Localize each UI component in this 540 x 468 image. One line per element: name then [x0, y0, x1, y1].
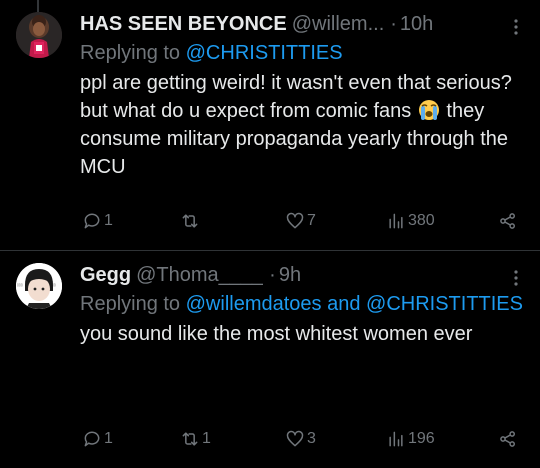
- heart-icon: [286, 430, 304, 447]
- reply-count: 1: [104, 430, 113, 447]
- tweet-text: you sound like the most whitest women ev…: [80, 323, 473, 345]
- author-name[interactable]: Gegg: [80, 264, 131, 287]
- share-icon: [500, 213, 515, 229]
- retweet-icon: [182, 214, 198, 228]
- mention-link[interactable]: @CHRISTITTIES: [186, 42, 343, 64]
- like-count: 3: [307, 430, 316, 447]
- avatar-image: ▯▯▯ ▯▯: [16, 263, 62, 309]
- reply-icon: [84, 213, 100, 229]
- avatar[interactable]: [16, 12, 62, 58]
- reply-count: 1: [104, 212, 113, 229]
- replying-to-line: Replying to @willemdatoes and @CHRISTITT…: [80, 290, 526, 318]
- view-count: 380: [408, 212, 435, 229]
- view-count: 196: [408, 430, 435, 447]
- loudly-crying-face-icon: [418, 100, 439, 120]
- svg-text:▯▯▯: ▯▯▯: [17, 283, 23, 287]
- retweet-count: 1: [202, 430, 211, 447]
- views-button[interactable]: 380: [386, 209, 435, 233]
- replying-to-label: Replying to: [80, 293, 181, 315]
- share-button[interactable]: [498, 209, 518, 233]
- like-count: 7: [307, 212, 316, 229]
- svg-text:▯▯: ▯▯: [52, 283, 56, 287]
- like-button[interactable]: 3: [285, 427, 316, 451]
- tweet[interactable]: HAS SEEN BEYONCE @willem... · 10h Replyi…: [0, 0, 540, 250]
- more-options-icon[interactable]: [506, 268, 526, 288]
- share-button[interactable]: [498, 427, 518, 451]
- avatar-image: [16, 12, 62, 58]
- timestamp[interactable]: 9h: [279, 264, 301, 287]
- separator-dot: ·: [390, 12, 397, 35]
- tweet-actions: 1 7 380: [80, 209, 518, 233]
- views-chart-icon: [389, 431, 403, 447]
- tweet-actions: 1 1 3 196: [80, 427, 518, 451]
- heart-icon: [286, 212, 304, 229]
- author-handle[interactable]: @Thoma____: [136, 264, 263, 287]
- author-name[interactable]: HAS SEEN BEYONCE: [80, 13, 287, 36]
- reply-icon: [84, 431, 100, 447]
- avatar[interactable]: ▯▯▯ ▯▯: [16, 263, 62, 309]
- views-chart-icon: [389, 213, 403, 229]
- like-button[interactable]: 7: [285, 209, 316, 233]
- share-icon: [500, 431, 515, 447]
- retweet-button[interactable]: [180, 209, 202, 233]
- retweet-icon: [182, 432, 198, 446]
- replying-to-label: Replying to: [80, 42, 181, 64]
- retweet-button[interactable]: 1: [180, 427, 211, 451]
- views-button[interactable]: 196: [386, 427, 435, 451]
- timestamp[interactable]: 10h: [400, 13, 433, 36]
- reply-button[interactable]: 1: [82, 209, 113, 233]
- mention-link[interactable]: @willemdatoes and @CHRISTITTIES: [186, 293, 523, 315]
- separator-dot: ·: [269, 263, 276, 286]
- replying-to-line: Replying to @CHRISTITTIES: [80, 39, 526, 67]
- author-handle[interactable]: @willem...: [292, 13, 385, 36]
- tweet-text: ppl are getting weird! it wasn't even th…: [80, 69, 526, 181]
- reply-button[interactable]: 1: [82, 427, 113, 451]
- more-options-icon[interactable]: [506, 17, 526, 37]
- tweet[interactable]: ▯▯▯ ▯▯ Gegg @Thoma____ · 9h Replying to …: [0, 251, 540, 468]
